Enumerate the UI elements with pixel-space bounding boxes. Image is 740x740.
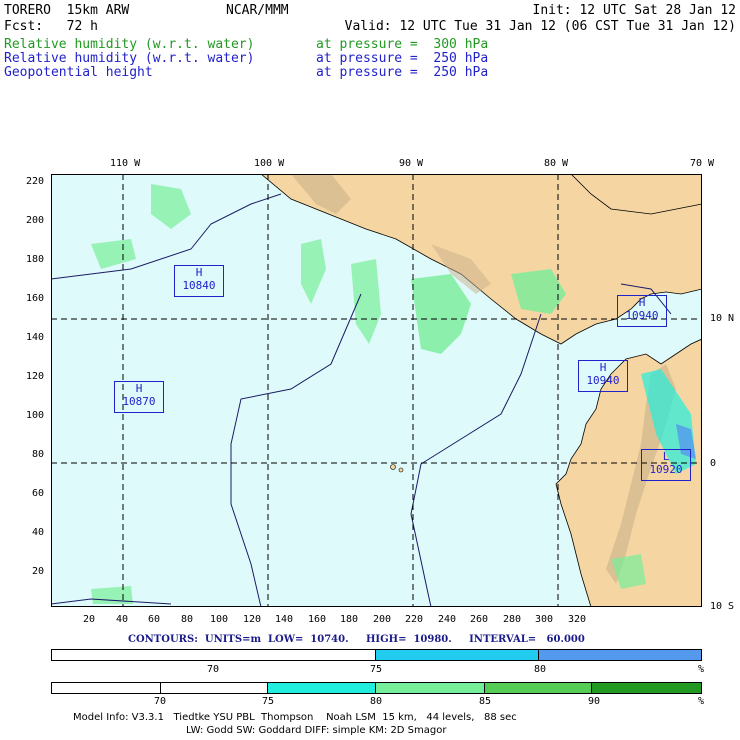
- x-tick: 180: [340, 614, 359, 625]
- x-tick: 260: [470, 614, 489, 625]
- legend-300-seg: [484, 683, 593, 693]
- legend-250-seg: [538, 650, 701, 660]
- field-3-level: at pressure = 250 hPa: [316, 65, 489, 80]
- contour-info: CONTOURS: UNITS=m LOW= 10740. HIGH= 1098…: [128, 634, 585, 645]
- x-tick: 200: [373, 614, 392, 625]
- legend-250-tick: 75: [370, 664, 383, 675]
- org-label: NCAR/MMM: [226, 3, 289, 18]
- high-center-2: H 10870: [114, 381, 164, 413]
- model-title: TORERO 15km ARW: [4, 3, 130, 18]
- x-tick: 120: [243, 614, 262, 625]
- x-tick: 40: [116, 614, 129, 625]
- high-center-1: H 10840: [174, 265, 224, 297]
- galapagos-island: [390, 464, 396, 470]
- y-tick: 20: [32, 566, 45, 577]
- lon-label-90w: 90 W: [399, 158, 424, 169]
- x-tick: 60: [148, 614, 161, 625]
- model-info: Model Info: V3.3.1 Tiedtke YSU PBL Thomp…: [73, 712, 517, 723]
- center-value: 10940: [586, 374, 620, 387]
- galapagos-island: [398, 467, 404, 473]
- lat-label-10s: 10 S: [710, 601, 735, 612]
- center-type: H: [638, 296, 646, 309]
- field-2-name: Relative humidity (w.r.t. water): [4, 51, 255, 66]
- legend-250-bar: [51, 649, 702, 661]
- legend-300-tick: 70: [154, 696, 167, 707]
- center-type: H: [135, 382, 143, 395]
- center-value: 10840: [182, 279, 216, 292]
- x-tick: 280: [503, 614, 522, 625]
- x-tick: 240: [438, 614, 457, 625]
- legend-300-tick: 85: [479, 696, 492, 707]
- legend-250-tick: 70: [207, 664, 220, 675]
- x-tick: 20: [83, 614, 96, 625]
- y-tick: 40: [32, 527, 45, 538]
- low-center-1: L 10920: [641, 449, 691, 481]
- field-1-level: at pressure = 300 hPa: [316, 37, 489, 52]
- y-tick: 100: [26, 410, 45, 421]
- center-value: 10940: [625, 309, 659, 322]
- legend-300-seg: [52, 683, 161, 693]
- y-tick: 200: [26, 215, 45, 226]
- legend-250-seg: [376, 650, 539, 660]
- legend-250-unit: %: [698, 664, 705, 675]
- lat-label-0: 0: [710, 458, 717, 469]
- x-tick: 320: [568, 614, 587, 625]
- legend-300-seg: [268, 683, 377, 693]
- lon-label-70w: 70 W: [690, 158, 715, 169]
- field-1-name: Relative humidity (w.r.t. water): [4, 37, 255, 52]
- forecast-hour: Fcst: 72 h: [4, 19, 98, 34]
- legend-300-seg: [376, 683, 485, 693]
- center-value: 10870: [122, 395, 156, 408]
- center-type: H: [599, 361, 607, 374]
- physics-info: LW: Godd SW: Goddard DIFF: simple KM: 2D…: [186, 725, 447, 736]
- legend-300-tick: 80: [370, 696, 383, 707]
- legend-250-tick: 80: [534, 664, 547, 675]
- x-tick: 100: [210, 614, 229, 625]
- x-tick: 220: [405, 614, 424, 625]
- y-tick: 160: [26, 293, 45, 304]
- high-center-4: H 10940: [578, 360, 628, 392]
- lat-label-10n: 10 N: [710, 313, 735, 324]
- lon-label-80w: 80 W: [544, 158, 569, 169]
- legend-300-tick: 75: [262, 696, 275, 707]
- y-tick: 180: [26, 254, 45, 265]
- legend-300-tick: 90: [588, 696, 601, 707]
- legend-300-bar: [51, 682, 702, 694]
- center-type: H: [195, 266, 203, 279]
- y-tick: 120: [26, 371, 45, 382]
- legend-300-seg: [592, 683, 702, 693]
- center-type: L: [662, 450, 670, 463]
- x-tick: 160: [308, 614, 327, 625]
- legend-300-unit: %: [698, 696, 705, 707]
- center-value: 10920: [649, 463, 683, 476]
- y-tick: 60: [32, 488, 45, 499]
- high-center-3: H 10940: [617, 295, 667, 327]
- x-tick: 80: [181, 614, 194, 625]
- y-tick: 80: [32, 449, 45, 460]
- legend-250-seg: [52, 650, 376, 660]
- field-3-name: Geopotential height: [4, 65, 153, 80]
- field-2-level: at pressure = 250 hPa: [316, 51, 489, 66]
- x-tick: 300: [535, 614, 554, 625]
- x-tick: 140: [275, 614, 294, 625]
- init-time: Init: 12 UTC Sat 28 Jan 12: [532, 3, 737, 18]
- y-tick: 140: [26, 332, 45, 343]
- weather-map: H 10840 H 10870 H 10940 H 10940 L 10920: [51, 174, 702, 607]
- lon-label-100w: 100 W: [254, 158, 285, 169]
- y-tick: 220: [26, 176, 45, 187]
- valid-time: Valid: 12 UTC Tue 31 Jan 12 (06 CST Tue …: [344, 19, 736, 34]
- lon-label-110w: 110 W: [110, 158, 141, 169]
- legend-300-seg: [160, 683, 269, 693]
